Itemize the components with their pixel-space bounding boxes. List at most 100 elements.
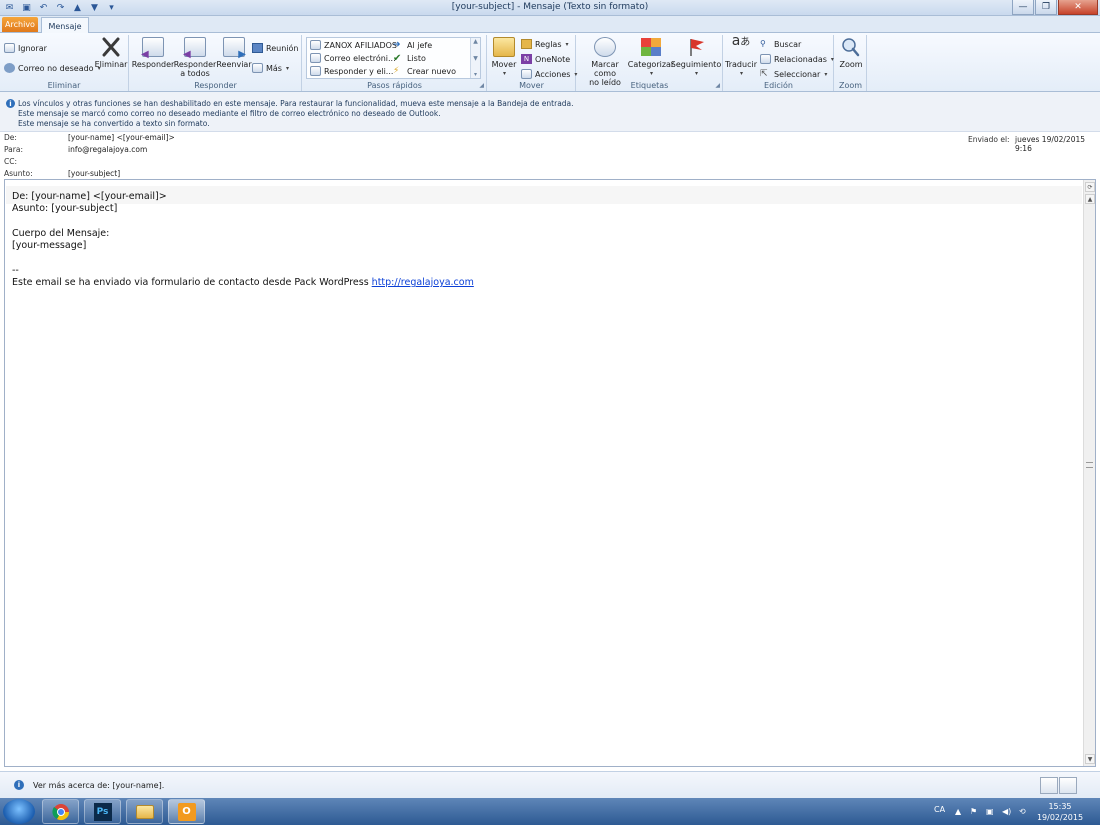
quick-step-create-new[interactable]: ⚡ Crear nuevo	[393, 66, 456, 76]
email-icon	[310, 53, 321, 63]
mark-unread-button[interactable]: Marcar como no leído	[580, 37, 630, 87]
actions-icon	[521, 69, 532, 79]
action-center-flag-icon[interactable]: ⚑	[970, 807, 977, 816]
mark-unread-icon	[594, 37, 616, 57]
translate-button[interactable]: aあ Traducir ▾	[725, 34, 757, 78]
people-pane: i Ver más acerca de: [your-name].	[0, 771, 1100, 798]
flag-icon	[685, 37, 707, 57]
chrome-icon[interactable]	[42, 799, 79, 824]
vertical-scrollbar[interactable]: ⟳ ▲ ▼	[1083, 180, 1095, 766]
delete-group: Ignorar Correo no deseado ▾ Eliminar Elim…	[0, 35, 129, 91]
message-body[interactable]: De: [your-name] <[your-email]> Asunto: […	[4, 179, 1096, 767]
subject-value: [your-subject]	[68, 169, 121, 178]
junk-button[interactable]: Correo no deseado ▾	[4, 63, 101, 73]
outlook-taskbar-icon[interactable]: O	[168, 799, 205, 824]
quick-step-done[interactable]: ✔ Listo	[393, 53, 426, 64]
delete-button[interactable]: Eliminar	[94, 37, 128, 69]
categorize-button[interactable]: Categorizar ▾	[628, 37, 674, 78]
forward-icon: ▶	[223, 37, 246, 60]
network-icon[interactable]: ▣	[986, 807, 994, 816]
zoom-group-label: Zoom	[838, 81, 863, 90]
people-pane-text[interactable]: Ver más acerca de: [your-name].	[33, 781, 164, 790]
quick-step-zanox[interactable]: ZANOX AFILIADOS	[310, 40, 397, 50]
quick-steps-scroll[interactable]: ▲ ▼ ▾	[470, 38, 480, 78]
person-icon[interactable]	[1059, 777, 1077, 794]
cc-label: CC:	[4, 157, 18, 166]
body-line: De: [your-name] <[your-email]>	[12, 191, 167, 202]
binoculars-icon: ⚲	[760, 39, 766, 48]
maximize-button[interactable]: ❐	[1035, 0, 1057, 15]
more-respond-button[interactable]: Más ▾	[252, 63, 289, 73]
respond-group: ◀ Responder ◀ Responder a todos ▶ Reenvi…	[130, 35, 302, 91]
actions-button[interactable]: Acciones ▾	[521, 69, 577, 79]
zoom-group: Zoom Zoom	[835, 35, 867, 91]
person-icon[interactable]	[1040, 777, 1058, 794]
window-title: [your-subject] - Mensaje (Texto sin form…	[451, 2, 649, 12]
from-value[interactable]: [your-name] <[your-email]>	[68, 133, 175, 142]
start-button[interactable]	[3, 799, 35, 824]
calendar-icon	[252, 43, 263, 53]
info-line-2: Este mensaje se marcó como correo no des…	[18, 109, 441, 118]
window-controls: — ❐ ✕	[1012, 0, 1098, 15]
related-button[interactable]: Relacionadas ▾	[760, 54, 834, 64]
lightning-icon: ⚡	[393, 66, 400, 76]
scroll-down-arrow-icon[interactable]: ▼	[1085, 754, 1095, 764]
footer-link[interactable]: http://regalajoya.com	[372, 277, 474, 288]
onenote-icon: N	[521, 54, 532, 64]
rules-button[interactable]: Reglas ▾	[521, 39, 569, 49]
to-value[interactable]: info@regalajoya.com	[68, 145, 147, 154]
forward-button[interactable]: ▶ Reenviar	[216, 37, 252, 69]
quick-steps-group: ZANOX AFILIADOS Correo electróni... Resp…	[303, 35, 487, 91]
volume-icon[interactable]: ◀)	[1002, 807, 1011, 816]
tags-group: Marcar como no leído Categorizar ▾ Segui…	[577, 35, 723, 91]
info-bar[interactable]: i Los vínculos y otras funciones se han …	[0, 92, 1100, 132]
body-line	[12, 216, 474, 228]
show-hidden-icons-icon[interactable]: ▲	[955, 807, 961, 816]
delete-x-icon	[100, 37, 122, 57]
sync-icon[interactable]: ⟲	[1019, 807, 1026, 816]
tab-file[interactable]: Archivo	[2, 17, 38, 32]
meeting-button[interactable]: Reunión	[252, 43, 298, 53]
quick-step-reply-delete[interactable]: Responder y eli...	[310, 66, 393, 76]
find-button[interactable]: ⚲ Buscar	[760, 39, 801, 49]
subject-label: Asunto:	[4, 169, 33, 178]
tab-message[interactable]: Mensaje	[41, 17, 89, 34]
scroll-down-icon[interactable]: ▼	[473, 55, 478, 62]
scroll-grip[interactable]	[1086, 462, 1093, 468]
ignore-icon	[4, 43, 15, 53]
language-indicator[interactable]: CA	[934, 805, 945, 814]
move-group: Mover ▾ Reglas ▾ N OneNote Acciones ▾ Move…	[488, 35, 577, 91]
close-button[interactable]: ✕	[1058, 0, 1098, 15]
ignore-button[interactable]: Ignorar	[4, 43, 47, 53]
folder-logo	[135, 804, 154, 819]
photoshop-icon[interactable]: Ps	[84, 799, 121, 824]
explorer-icon[interactable]	[126, 799, 163, 824]
junk-icon	[4, 63, 15, 73]
categorize-icon	[640, 37, 662, 57]
expand-gallery-icon[interactable]: ▾	[474, 71, 477, 78]
zoom-button[interactable]: Zoom	[837, 37, 865, 69]
select-arrow-icon: ⇱	[760, 69, 768, 79]
followup-button[interactable]: Seguimiento ▾	[671, 37, 721, 78]
quick-step-to-boss[interactable]: ➜ Al jefe	[393, 40, 432, 50]
select-button[interactable]: ⇱ Seleccionar ▾	[760, 69, 827, 79]
outlook-logo: O	[177, 802, 196, 821]
clock[interactable]: 15:35 19/02/2015	[1034, 801, 1086, 823]
minimize-button[interactable]: —	[1012, 0, 1034, 15]
scroll-settings-icon[interactable]: ⟳	[1085, 182, 1095, 192]
reply-all-button[interactable]: ◀ Responder a todos	[174, 37, 216, 78]
forward-arrow-icon: ➜	[393, 40, 401, 50]
delete-group-label: Eliminar	[47, 81, 81, 90]
info-line-3: Este mensaje se ha convertido a texto si…	[18, 119, 210, 128]
quick-step-email[interactable]: Correo electróni...	[310, 53, 396, 63]
message-text[interactable]: De: [your-name] <[your-email]> Asunto: […	[12, 191, 474, 289]
scroll-up-arrow-icon[interactable]: ▲	[1085, 194, 1095, 204]
move-folder-icon	[493, 37, 515, 57]
photoshop-logo: Ps	[93, 802, 112, 821]
move-button[interactable]: Mover ▾	[491, 37, 517, 78]
scroll-up-icon[interactable]: ▲	[473, 38, 478, 45]
body-footer: Este email se ha enviado via formulario …	[12, 277, 474, 289]
magnifier-icon	[840, 37, 862, 57]
reply-button[interactable]: ◀ Responder	[132, 37, 174, 69]
onenote-button[interactable]: N OneNote	[521, 54, 570, 64]
